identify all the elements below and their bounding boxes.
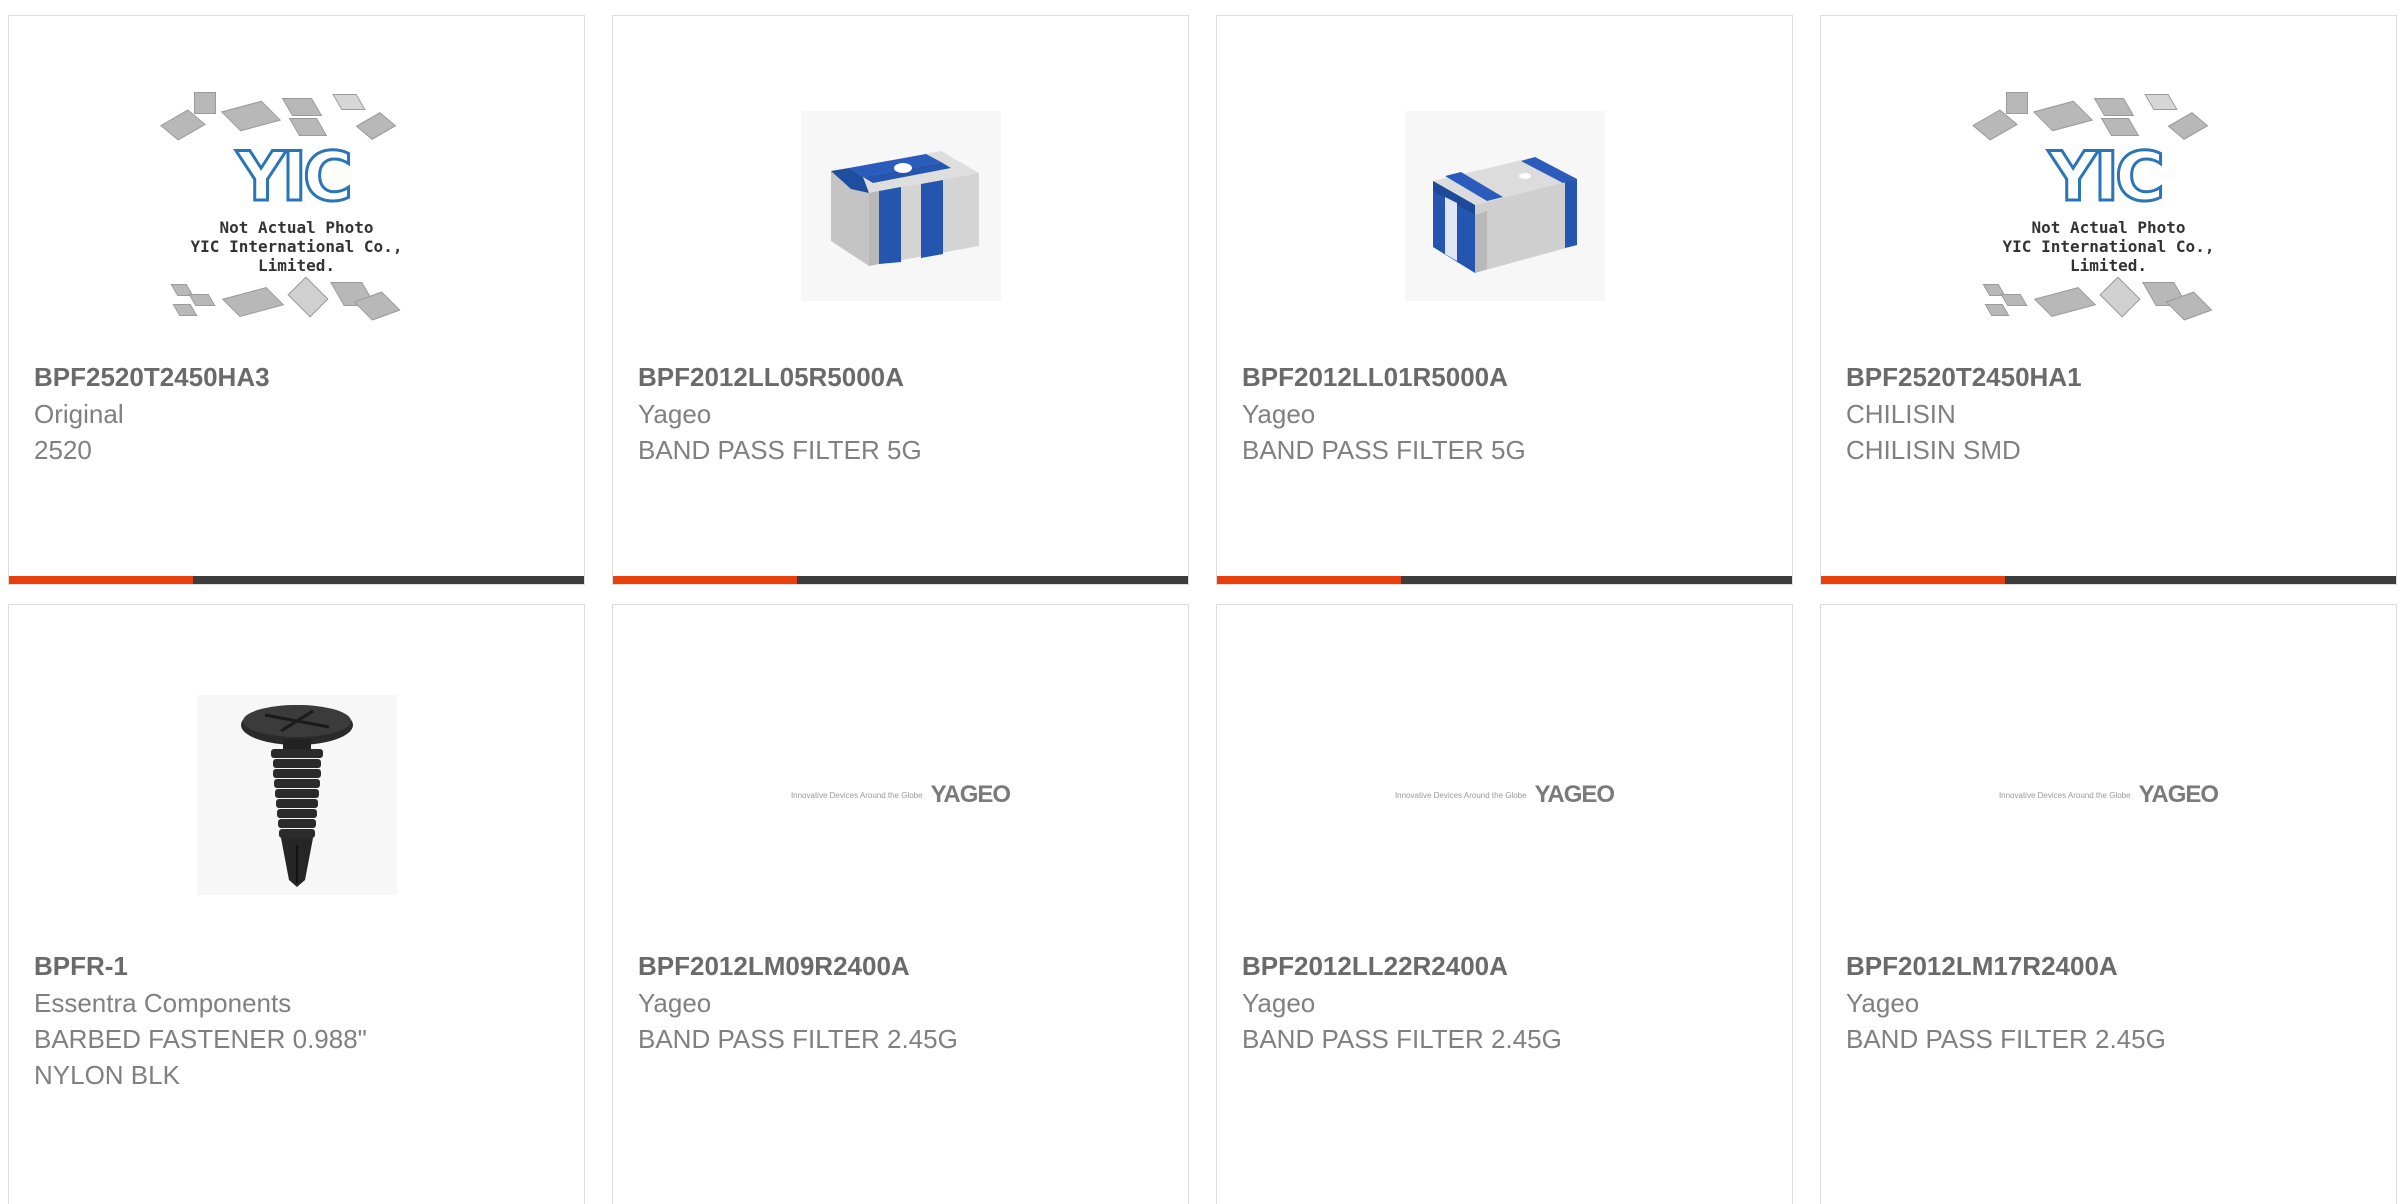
product-image[interactable] (613, 56, 1188, 356)
manufacturer: Yageo (1242, 988, 1316, 1018)
product-card[interactable]: Innovative Devices Around the Globe YAGE… (1820, 604, 2397, 1204)
yageo-logo-image: Innovative Devices Around the Globe YAGE… (1998, 781, 2219, 809)
manufacturer: Yageo (1846, 988, 1920, 1018)
yageo-logo: YAGEO (1534, 781, 1615, 808)
description: BAND PASS FILTER 2.45G (1846, 1024, 2166, 1054)
part-number[interactable]: BPF2520T2450HA3 (34, 358, 564, 396)
yic-logo: YIC (235, 138, 354, 217)
image-caption: Not Actual Photo YIC International Co., … (190, 218, 403, 275)
description: BAND PASS FILTER 5G (1242, 435, 1526, 465)
yageo-logo: YAGEO (2138, 781, 2219, 808)
part-number[interactable]: BPF2012LM09R2400A (638, 947, 1168, 985)
yic-placeholder-image: YIC Not Actual Photo YIC International C… (1971, 86, 2244, 326)
product-info: BPF2520T2450HA1 CHILISIN CHILISIN SMD (1846, 358, 2376, 468)
manufacturer: CHILISIN (1846, 399, 1956, 429)
product-grid: YIC Not Actual Photo YIC International C… (0, 0, 2400, 1204)
barbed-fastener-image (196, 695, 397, 895)
product-info: BPF2520T2450HA3 Original 2520 (34, 358, 564, 468)
product-image[interactable]: Innovative Devices Around the Globe YAGE… (1821, 645, 2396, 945)
logo-tagline: Innovative Devices Around the Globe (1998, 790, 2131, 800)
manufacturer: Yageo (638, 399, 712, 429)
part-number[interactable]: BPF2012LL05R5000A (638, 358, 1168, 396)
part-number[interactable]: BPF2012LL22R2400A (1242, 947, 1772, 985)
product-image[interactable]: YIC Not Actual Photo YIC International C… (9, 56, 584, 356)
product-card[interactable]: BPF2012LL05R5000A Yageo BAND PASS FILTER… (612, 15, 1189, 585)
product-info: BPF2012LM17R2400A Yageo BAND PASS FILTER… (1846, 947, 2376, 1057)
product-card[interactable]: BPF2012LL01R5000A Yageo BAND PASS FILTER… (1216, 15, 1793, 585)
product-image[interactable] (1217, 56, 1792, 356)
part-number[interactable]: BPFR-1 (34, 947, 564, 985)
manufacturer: Yageo (1242, 399, 1316, 429)
product-card[interactable]: Innovative Devices Around the Globe YAGE… (612, 604, 1189, 1204)
description: BAND PASS FILTER 2.45G (1242, 1024, 1562, 1054)
product-info: BPF2012LL22R2400A Yageo BAND PASS FILTER… (1242, 947, 1772, 1057)
logo-tagline: Innovative Devices Around the Globe (1394, 790, 1527, 800)
product-info: BPF2012LM09R2400A Yageo BAND PASS FILTER… (638, 947, 1168, 1057)
product-card[interactable]: YIC Not Actual Photo YIC International C… (1820, 15, 2397, 585)
product-image[interactable]: Innovative Devices Around the Globe YAGE… (1217, 645, 1792, 945)
image-caption: Not Actual Photo YIC International Co., … (2002, 218, 2215, 275)
part-number[interactable]: BPF2520T2450HA1 (1846, 358, 2376, 396)
product-info: BPFR-1 Essentra Components BARBED FASTEN… (34, 947, 564, 1093)
manufacturer: Original (34, 399, 124, 429)
description: BAND PASS FILTER 2.45G (638, 1024, 958, 1054)
yageo-logo: YAGEO (930, 781, 1011, 808)
card-accent-bar (9, 576, 584, 584)
yageo-logo-image: Innovative Devices Around the Globe YAGE… (790, 781, 1011, 809)
description: BAND PASS FILTER 5G (638, 435, 922, 465)
description: CHILISIN SMD (1846, 435, 2021, 465)
card-accent-bar (1217, 576, 1792, 584)
logo-tagline: Innovative Devices Around the Globe (790, 790, 923, 800)
description: 2520 (34, 435, 92, 465)
smd-chip-filter-image (1404, 111, 1605, 301)
part-number[interactable]: BPF2012LL01R5000A (1242, 358, 1772, 396)
product-image[interactable]: YIC Not Actual Photo YIC International C… (1821, 56, 2396, 356)
product-info: BPF2012LL01R5000A Yageo BAND PASS FILTER… (1242, 358, 1772, 468)
yic-placeholder-image: YIC Not Actual Photo YIC International C… (159, 86, 432, 326)
yageo-logo-image: Innovative Devices Around the Globe YAGE… (1394, 781, 1615, 809)
product-card[interactable]: YIC Not Actual Photo YIC International C… (8, 15, 585, 585)
card-accent-bar (613, 576, 1188, 584)
description: BARBED FASTENER 0.988" NYLON BLK (34, 1024, 367, 1090)
product-image[interactable] (9, 645, 584, 945)
yic-logo: YIC (2047, 138, 2166, 217)
product-card[interactable]: Innovative Devices Around the Globe YAGE… (1216, 604, 1793, 1204)
product-info: BPF2012LL05R5000A Yageo BAND PASS FILTER… (638, 358, 1168, 468)
manufacturer: Yageo (638, 988, 712, 1018)
smd-chip-filter-image (800, 111, 1001, 301)
manufacturer: Essentra Components (34, 988, 292, 1018)
card-accent-bar (1821, 576, 2396, 584)
product-image[interactable]: Innovative Devices Around the Globe YAGE… (613, 645, 1188, 945)
product-card[interactable]: BPFR-1 Essentra Components BARBED FASTEN… (8, 604, 585, 1204)
part-number[interactable]: BPF2012LM17R2400A (1846, 947, 2376, 985)
